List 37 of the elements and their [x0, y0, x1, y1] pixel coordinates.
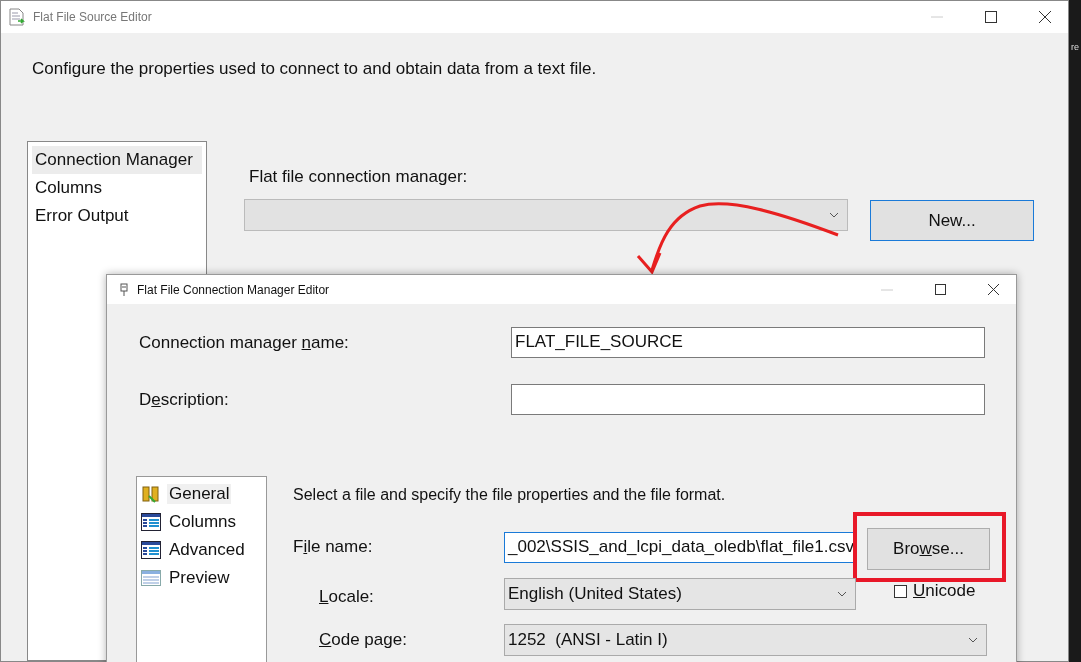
- page-list-item[interactable]: Connection Manager: [32, 146, 202, 174]
- page-list-item[interactable]: Advanced: [141, 536, 262, 564]
- field-label: Code page:: [319, 630, 408, 650]
- page-list-item[interactable]: Columns: [141, 508, 262, 536]
- background-text: re: [1071, 42, 1079, 52]
- locale-dropdown[interactable]: English (United States): [504, 578, 856, 610]
- page-list-item[interactable]: Preview: [141, 564, 262, 592]
- name-input-field[interactable]: FLAT_FILE_SOURCE: [511, 327, 985, 358]
- dialog-title: Flat File Connection Manager Editor: [137, 282, 330, 297]
- field-label: Description:: [139, 389, 230, 410]
- chevron-down-icon: [837, 591, 847, 597]
- table-icon: [141, 570, 161, 586]
- file-name-input-field[interactable]: _002\SSIS_and_lcpi_data_oledb\flat_file1.csv: [504, 531, 856, 563]
- chevron-down-icon: [968, 637, 978, 643]
- window-title: Flat File Source Editor: [33, 10, 152, 24]
- unicode-checkbox[interactable]: Unicode: [894, 581, 976, 601]
- plug-icon: [119, 282, 129, 297]
- maximize-icon[interactable]: [985, 11, 997, 23]
- table-icon: [141, 513, 161, 531]
- table-icon: [141, 541, 161, 559]
- close-icon[interactable]: [988, 284, 999, 295]
- maximize-icon[interactable]: [935, 284, 946, 295]
- section-heading: Select a file and specify the file properties and the file format.: [293, 486, 727, 504]
- document-icon: [9, 8, 25, 26]
- field-label: File name:: [293, 537, 374, 557]
- page-list-item[interactable]: General: [141, 480, 262, 508]
- description-text: Configure the properties used to connect to and obtain data from a text file.: [32, 59, 598, 79]
- field-label: Flat file connection manager:: [249, 167, 469, 187]
- page-list-item[interactable]: Error Output: [32, 202, 202, 230]
- browse-button[interactable]: Browse...: [867, 528, 990, 570]
- close-icon[interactable]: [1039, 11, 1051, 23]
- description-input-field[interactable]: [511, 384, 985, 415]
- page-list-item[interactable]: Columns: [32, 174, 202, 202]
- code-page-dropdown[interactable]: 1252 (ANSI - Latin I): [504, 624, 987, 656]
- field-label: Connection manager name:: [139, 332, 350, 353]
- field-label: Locale:: [319, 587, 375, 607]
- chevron-down-icon: [829, 212, 839, 218]
